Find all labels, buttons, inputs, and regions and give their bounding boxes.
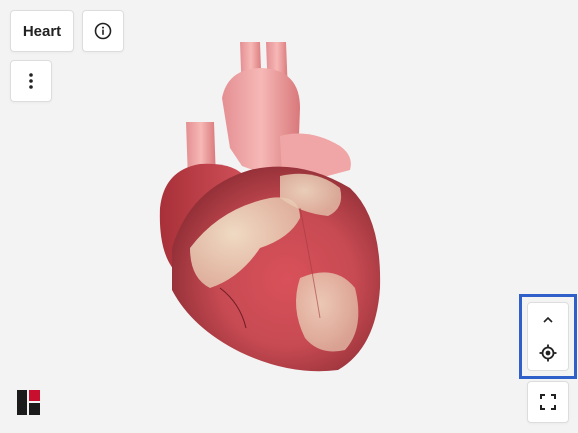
heart-3d-model[interactable] xyxy=(150,38,390,373)
model-title-button[interactable]: Heart xyxy=(10,10,74,52)
model-title-label: Heart xyxy=(22,22,62,40)
info-icon xyxy=(94,22,112,40)
brand-logo-icon xyxy=(17,390,40,415)
more-options-button[interactable] xyxy=(10,60,52,102)
recenter-button[interactable] xyxy=(528,336,568,370)
crosshair-target-icon xyxy=(539,344,557,362)
chevron-up-icon xyxy=(543,316,553,323)
more-vertical-icon xyxy=(29,73,33,89)
collapse-controls-button[interactable] xyxy=(528,303,568,336)
info-button[interactable] xyxy=(82,10,124,52)
fullscreen-icon xyxy=(540,394,556,410)
fullscreen-button[interactable] xyxy=(527,381,569,423)
camera-controls-panel xyxy=(527,302,569,371)
